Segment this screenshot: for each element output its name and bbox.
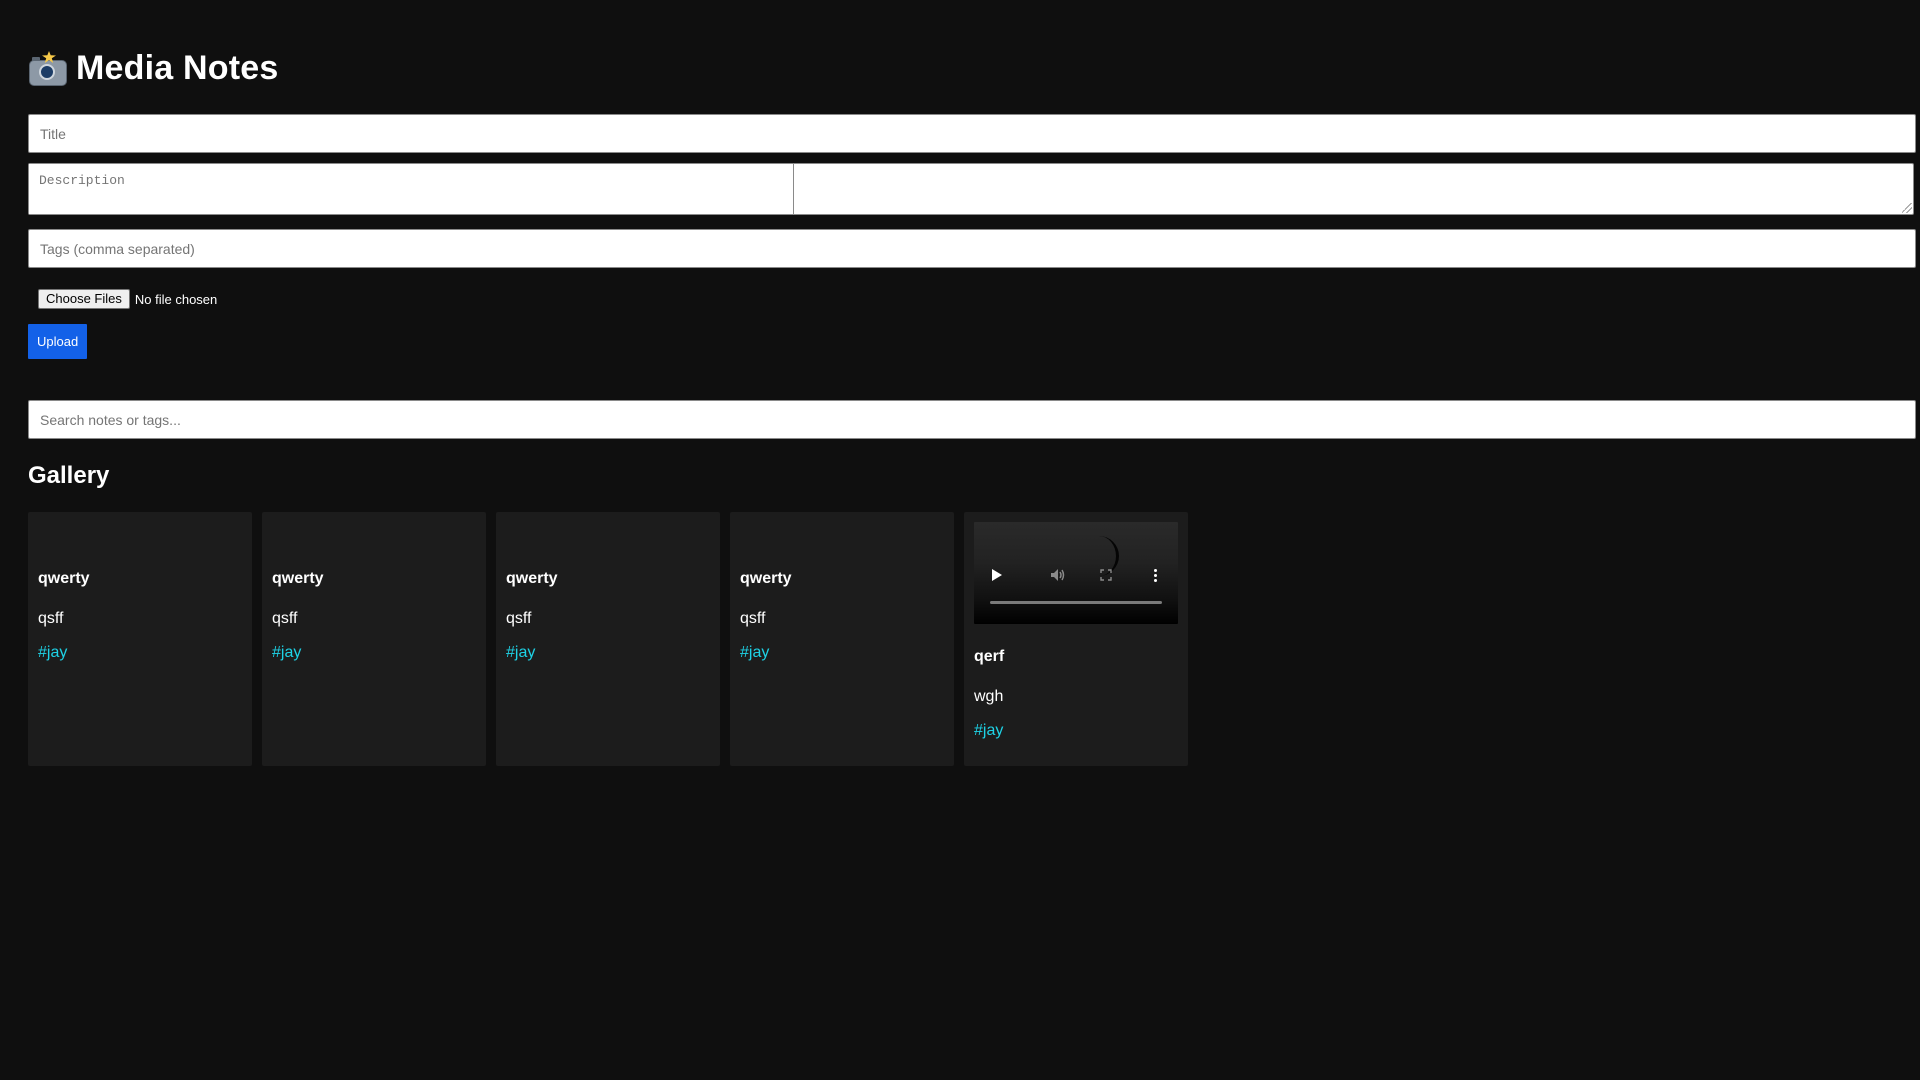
title-input[interactable]: [28, 114, 1916, 153]
card-title: qwerty: [38, 570, 90, 587]
media-placeholder: [740, 522, 944, 552]
gallery-card: qwerty qsff #jay: [28, 512, 252, 766]
card-tag[interactable]: #jay: [506, 644, 710, 662]
gallery-card: qwerty qsff #jay: [262, 512, 486, 766]
choose-files-button[interactable]: Choose Files: [38, 289, 130, 309]
video-player[interactable]: [974, 522, 1178, 624]
more-options-icon[interactable]: [1152, 568, 1158, 582]
card-description: qsff: [740, 610, 766, 627]
app-header: Media Notes: [28, 44, 278, 92]
media-placeholder: [272, 522, 476, 552]
card-tag[interactable]: #jay: [272, 644, 476, 662]
resize-handle-icon[interactable]: [1902, 203, 1912, 213]
card-title: qerf: [974, 648, 1005, 665]
card-description: qsff: [272, 610, 298, 627]
gallery-card-video: qerf wgh #jay: [964, 512, 1188, 766]
gallery-heading: Gallery: [28, 462, 110, 489]
file-status-text: No file chosen: [134, 291, 218, 307]
gallery-card: qwerty qsff #jay: [496, 512, 720, 766]
media-notes-page: Media Notes Choose Files No file chosen …: [0, 0, 1920, 1080]
tags-input[interactable]: [28, 229, 1916, 268]
card-title: qwerty: [740, 570, 792, 587]
play-icon[interactable]: [992, 569, 1002, 581]
card-tag[interactable]: #jay: [740, 644, 944, 662]
video-progress-bar[interactable]: [990, 601, 1162, 604]
volume-icon[interactable]: [1048, 568, 1068, 582]
file-picker: Choose Files No file chosen: [38, 289, 217, 309]
card-tag[interactable]: #jay: [38, 644, 242, 662]
gallery-grid: qwerty qsff #jay qwerty qsff #jay qwerty…: [28, 512, 1188, 766]
media-placeholder: [38, 522, 242, 552]
card-description: qsff: [38, 610, 64, 627]
card-title: qwerty: [506, 570, 558, 587]
gallery-card: qwerty qsff #jay: [730, 512, 954, 766]
card-title: qwerty: [272, 570, 324, 587]
description-input[interactable]: [29, 164, 794, 214]
search-input[interactable]: [28, 400, 1916, 439]
fullscreen-icon[interactable]: [1100, 569, 1112, 581]
description-field-wrapper: [28, 163, 1914, 215]
app-title: Media Notes: [76, 48, 279, 87]
card-description: qsff: [506, 610, 532, 627]
media-placeholder: [506, 522, 710, 552]
card-description: wgh: [974, 688, 1004, 705]
camera-flash-icon: [28, 51, 67, 86]
card-tag[interactable]: #jay: [974, 722, 1178, 740]
upload-button[interactable]: Upload: [28, 324, 88, 359]
